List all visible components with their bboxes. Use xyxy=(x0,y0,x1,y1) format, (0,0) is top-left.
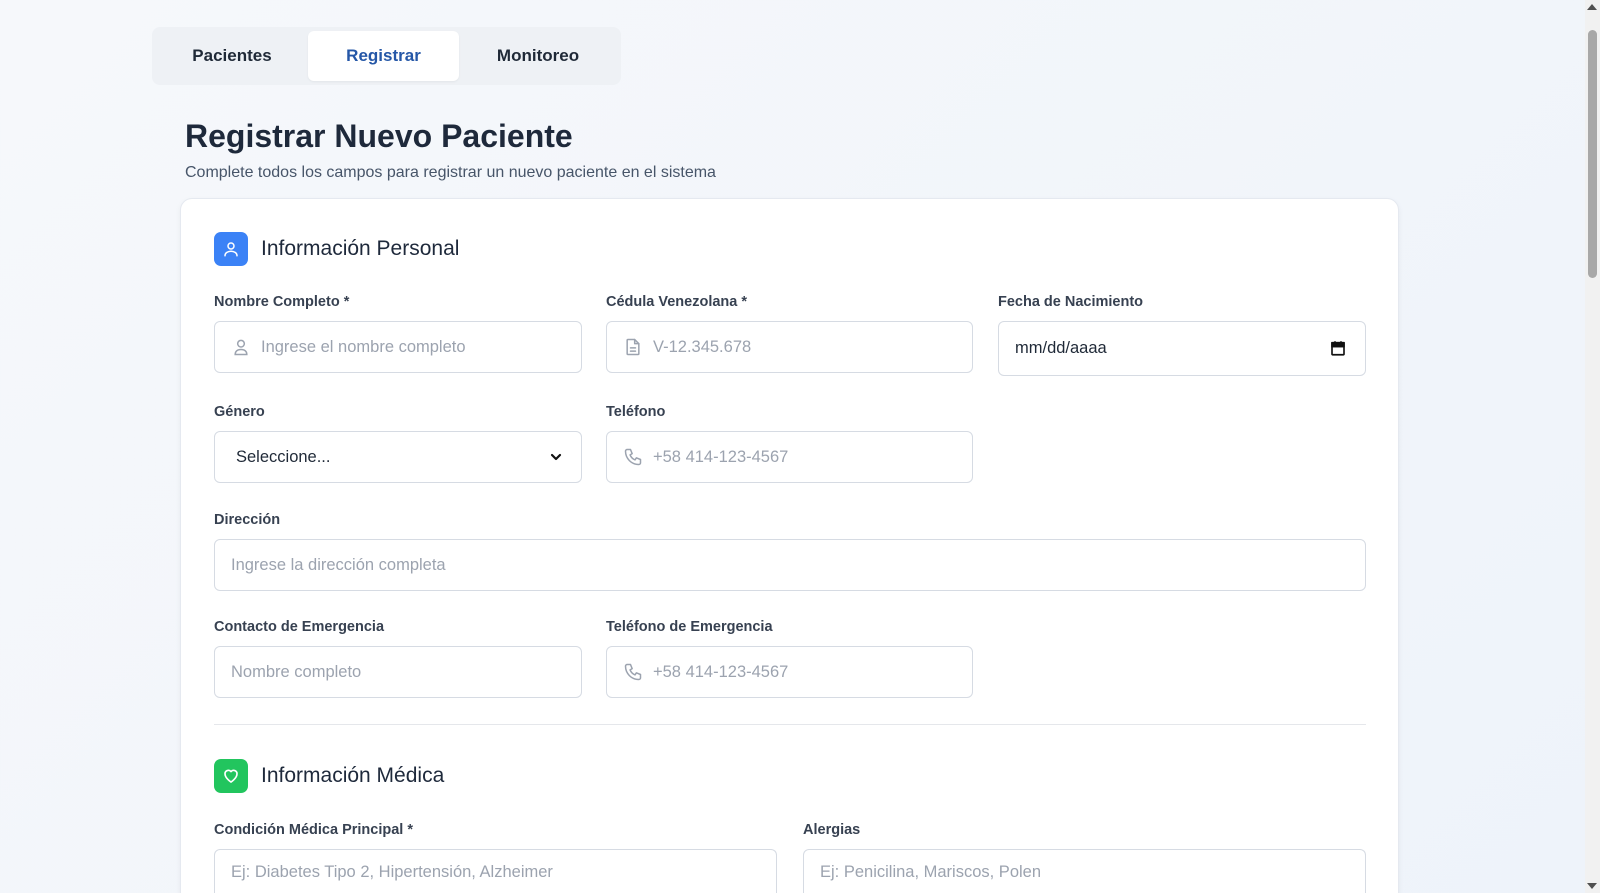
cedula-input[interactable] xyxy=(653,337,956,357)
cedula-label: Cédula Venezolana * xyxy=(606,294,748,310)
section-medical-title: Información Médica xyxy=(261,764,445,787)
genero-label: Género xyxy=(214,404,265,420)
cedula-field[interactable] xyxy=(606,321,973,373)
nombre-input[interactable] xyxy=(261,337,565,357)
nombre-field[interactable] xyxy=(214,321,582,373)
page-scrollbar[interactable] xyxy=(1585,0,1600,893)
heart-icon xyxy=(214,759,248,793)
scrollbar-thumb[interactable] xyxy=(1588,30,1597,278)
telefono-emergencia-label: Teléfono de Emergencia xyxy=(606,619,773,635)
user-icon xyxy=(214,232,248,266)
page-title: Registrar Nuevo Paciente xyxy=(185,118,573,154)
alergias-label: Alergias xyxy=(803,822,861,838)
tab-registrar[interactable]: Registrar xyxy=(308,31,459,81)
user-icon xyxy=(231,337,251,357)
tab-monitoreo[interactable]: Monitoreo xyxy=(459,31,617,81)
genero-select[interactable]: Seleccione... xyxy=(214,431,582,483)
scroll-down-arrow-icon[interactable] xyxy=(1587,883,1597,889)
phone-icon xyxy=(623,447,643,467)
condicion-field[interactable] xyxy=(214,849,777,893)
calendar-icon[interactable] xyxy=(1329,339,1349,359)
scroll-up-arrow-icon[interactable] xyxy=(1587,4,1597,10)
fecha-label: Fecha de Nacimiento xyxy=(998,294,1144,310)
contacto-label: Contacto de Emergencia xyxy=(214,619,385,635)
nombre-label: Nombre Completo * xyxy=(214,294,350,310)
contacto-input[interactable] xyxy=(231,662,565,682)
telefono-emergencia-input[interactable] xyxy=(653,662,956,682)
fecha-value: mm/dd/aaaa xyxy=(1015,339,1107,357)
genero-value: Seleccione... xyxy=(236,447,331,466)
alergias-input[interactable] xyxy=(820,863,1349,882)
condicion-input[interactable] xyxy=(231,863,760,882)
condicion-label: Condición Médica Principal * xyxy=(214,822,414,838)
section-medical-header: Información Médica xyxy=(214,759,444,793)
contacto-field[interactable] xyxy=(214,646,582,698)
telefono-field[interactable] xyxy=(606,431,973,483)
direccion-label: Dirección xyxy=(214,512,281,528)
nav-tabs: Pacientes Registrar Monitoreo xyxy=(152,27,621,85)
telefono-emergencia-field[interactable] xyxy=(606,646,973,698)
section-divider xyxy=(214,724,1366,725)
alergias-field[interactable] xyxy=(803,849,1366,893)
telefono-label: Teléfono xyxy=(606,404,666,420)
direccion-input[interactable] xyxy=(231,555,1349,575)
direccion-field[interactable] xyxy=(214,539,1366,591)
tab-pacientes[interactable]: Pacientes xyxy=(156,31,308,81)
chevron-down-icon xyxy=(549,447,569,467)
phone-icon xyxy=(623,662,643,682)
fecha-field[interactable]: mm/dd/aaaa xyxy=(998,321,1366,376)
page-subtitle: Complete todos los campos para registrar… xyxy=(185,164,716,181)
telefono-input[interactable] xyxy=(653,447,956,467)
document-icon xyxy=(623,337,643,357)
section-personal-header: Información Personal xyxy=(214,232,459,266)
section-personal-title: Información Personal xyxy=(261,237,460,260)
